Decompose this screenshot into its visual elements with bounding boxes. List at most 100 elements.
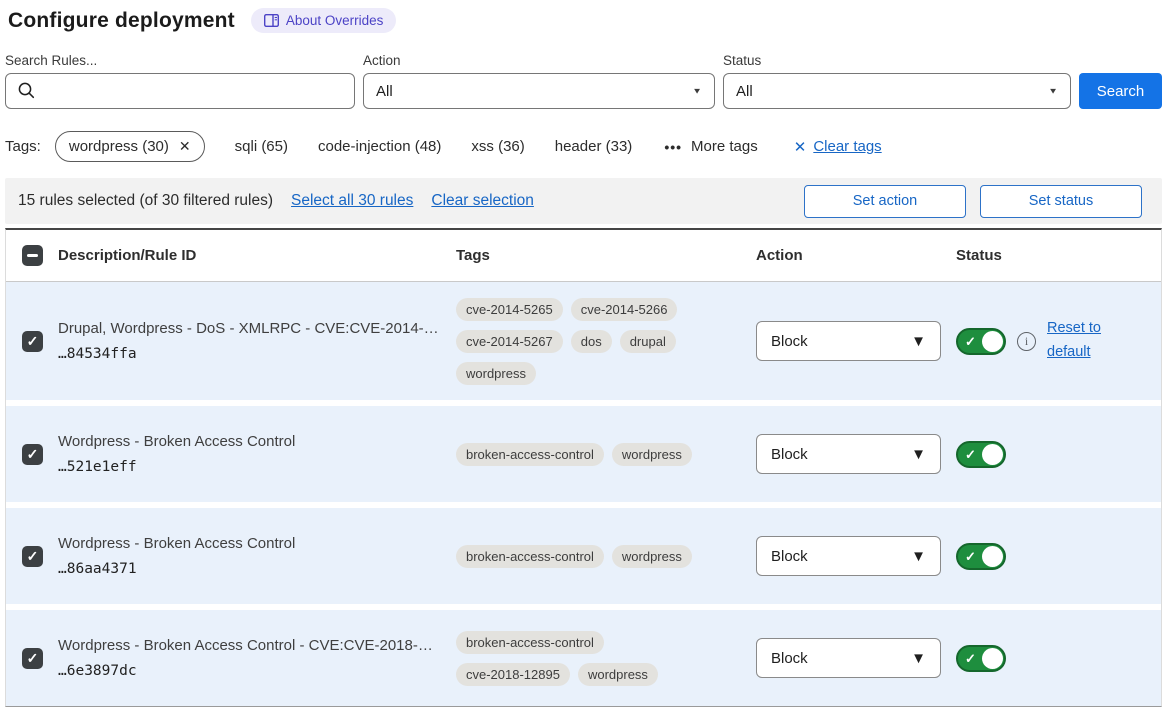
check-icon: ✓: [27, 651, 39, 665]
toggle-knob: [982, 444, 1003, 465]
rules-table: Description/Rule ID Tags Action Status ✓…: [5, 228, 1162, 707]
rule-action-value: Block: [771, 333, 808, 350]
select-all-link[interactable]: Select all 30 rules: [291, 192, 413, 210]
row-checkbox[interactable]: ✓: [22, 546, 43, 567]
rule-id: …6e3897dc: [58, 663, 456, 679]
rule-action-select[interactable]: Block ▼: [756, 638, 941, 678]
tag-option-sqli[interactable]: sqli (65): [235, 138, 288, 155]
tag-option-xss[interactable]: xss (36): [471, 138, 524, 155]
rule-description: Drupal, Wordpress - DoS - XMLRPC - CVE:C…: [58, 320, 456, 337]
search-icon: [17, 81, 36, 105]
clear-selection-link[interactable]: Clear selection: [431, 192, 534, 210]
rule-description: Wordpress - Broken Access Control: [58, 535, 456, 552]
chevron-down-icon: ▼: [911, 548, 926, 565]
table-row: ✓ Wordpress - Broken Access Control - CV…: [6, 610, 1161, 706]
rule-id: …84534ffa: [58, 346, 456, 362]
close-icon: ✕: [794, 138, 807, 156]
table-row: ✓ Wordpress - Broken Access Control …521…: [6, 406, 1161, 502]
search-button[interactable]: Search: [1079, 73, 1162, 109]
status-toggle-on[interactable]: ✓: [956, 645, 1006, 672]
select-all-checkbox[interactable]: [22, 245, 43, 266]
tag-pill: cve-2014-5267: [456, 330, 563, 353]
toggle-knob: [982, 331, 1003, 352]
search-rules-label: Search Rules...: [5, 53, 355, 68]
rule-tags: broken-access-control wordpress: [456, 545, 696, 568]
status-filter-value: All: [736, 83, 753, 100]
search-rules-input[interactable]: [5, 73, 355, 109]
table-body: ✓ Drupal, Wordpress - DoS - XMLRPC - CVE…: [6, 282, 1161, 706]
tag-pill: broken-access-control: [456, 631, 604, 654]
more-tags-label: More tags: [691, 138, 758, 155]
check-icon: ✓: [27, 549, 39, 563]
remove-tag-icon[interactable]: ✕: [179, 138, 191, 155]
tag-pill: wordpress: [578, 663, 658, 686]
about-overrides-badge[interactable]: About Overrides: [251, 8, 397, 33]
row-checkbox[interactable]: ✓: [22, 648, 43, 669]
column-header-status: Status: [956, 247, 1161, 264]
check-icon: ✓: [27, 447, 39, 461]
status-filter-group: Status All ▼: [723, 53, 1071, 109]
rule-id: …521e1eff: [58, 459, 456, 475]
check-icon: ✓: [965, 447, 976, 463]
rule-tags: broken-access-controlwordpress: [456, 443, 696, 466]
row-checkbox[interactable]: ✓: [22, 444, 43, 465]
tag-pill: wordpress: [612, 545, 692, 568]
selection-summary: 15 rules selected (of 30 filtered rules): [18, 192, 273, 210]
tag-pill: broken-access-control: [456, 545, 604, 568]
clear-tags-link[interactable]: ✕ Clear tags: [794, 138, 882, 156]
tag-pill: cve-2014-5266: [571, 298, 678, 321]
status-filter-label: Status: [723, 53, 1071, 68]
page-title: Configure deployment: [8, 9, 235, 33]
action-filter-group: Action All ▼: [363, 53, 715, 109]
rule-action-value: Block: [771, 446, 808, 463]
check-icon: ✓: [965, 334, 976, 350]
rule-tags: broken-access-control cve-2018-12895 wordp…: [456, 631, 696, 686]
tag-pill: wordpress: [456, 362, 536, 385]
check-icon: ✓: [965, 549, 976, 565]
info-icon: i: [1017, 332, 1036, 351]
table-row: ✓ Drupal, Wordpress - DoS - XMLRPC - CVE…: [6, 282, 1161, 400]
set-status-button[interactable]: Set status: [980, 185, 1142, 218]
rule-tags: cve-2014-5265 cve-2014-5266 cve-2014-5267 d…: [456, 298, 696, 385]
rule-action-select[interactable]: Block ▼: [756, 321, 941, 361]
tag-option-header[interactable]: header (33): [555, 138, 633, 155]
tags-bar-label: Tags:: [5, 138, 41, 155]
tag-pill: cve-2018-12895: [456, 663, 570, 686]
tag-option-code-injection[interactable]: code-injection (48): [318, 138, 441, 155]
configure-deployment-page: Configure deployment About Overrides Sea…: [0, 0, 1167, 707]
tag-pill: dos: [571, 330, 612, 353]
ellipsis-icon: •••: [664, 139, 682, 155]
rule-action-select[interactable]: Block ▼: [756, 434, 941, 474]
toggle-knob: [982, 648, 1003, 669]
page-header: Configure deployment About Overrides: [8, 8, 1162, 33]
tags-bar: Tags: wordpress (30) ✕ sqli (65) code-in…: [5, 131, 1162, 162]
rule-action-value: Block: [771, 548, 808, 565]
clear-tags-label: Clear tags: [813, 138, 881, 155]
table-row: ✓ Wordpress - Broken Access Control …86a…: [6, 508, 1161, 604]
chevron-down-icon: ▼: [911, 446, 926, 463]
row-checkbox[interactable]: ✓: [22, 331, 43, 352]
action-filter-select[interactable]: All ▼: [363, 73, 715, 109]
rule-description: Wordpress - Broken Access Control: [58, 433, 456, 450]
selected-tag-chip-wordpress[interactable]: wordpress (30) ✕: [55, 131, 205, 162]
column-header-action: Action: [756, 247, 956, 264]
tag-pill: cve-2014-5265: [456, 298, 563, 321]
chevron-down-icon: ▼: [692, 87, 702, 96]
status-toggle-on[interactable]: ✓: [956, 441, 1006, 468]
more-tags-button[interactable]: ••• More tags: [664, 138, 757, 155]
rule-action-select[interactable]: Block ▼: [756, 536, 941, 576]
set-action-button[interactable]: Set action: [804, 185, 966, 218]
tag-pill: broken-access-control: [456, 443, 604, 466]
chevron-down-icon: ▼: [911, 650, 926, 667]
search-rules-group: Search Rules...: [5, 53, 355, 109]
reset-to-default-link[interactable]: Reset to default: [1047, 317, 1111, 365]
status-filter-select[interactable]: All ▼: [723, 73, 1071, 109]
tag-pill: drupal: [620, 330, 676, 353]
status-toggle-on[interactable]: ✓: [956, 543, 1006, 570]
indeterminate-minus-icon: [27, 254, 38, 257]
chevron-down-icon: ▼: [1048, 87, 1058, 96]
status-toggle-on[interactable]: ✓: [956, 328, 1006, 355]
check-icon: ✓: [965, 651, 976, 667]
check-icon: ✓: [27, 334, 39, 348]
book-icon: [264, 14, 279, 27]
